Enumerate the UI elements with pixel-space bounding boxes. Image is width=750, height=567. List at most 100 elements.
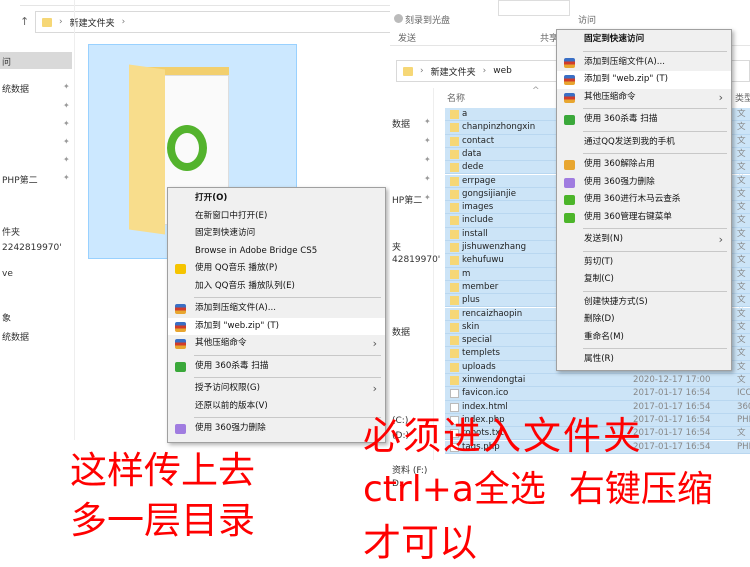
sidebar-item[interactable]: PHP第二 [2,173,38,186]
menu-item[interactable]: 添加到 "web.zip" (T) [557,71,731,89]
menu-item-label: 打开(O) [195,193,228,203]
folder-icon [450,243,459,252]
file-row[interactable]: favicon.ico 2017-01-17 16:54 ICO [445,387,750,401]
file-date: 2017-01-17 16:54 [633,414,711,425]
menu-item[interactable]: 固定到快速访问 [168,225,385,243]
file-name: jishuwenzhang [462,242,527,252]
breadcrumb-item[interactable]: 新建文件夹 [70,16,115,29]
green-icon [564,195,575,205]
rar-icon [175,339,186,349]
pin-icon: ✦ [63,101,70,110]
shield-icon [564,115,575,125]
menu-item[interactable]: 发送到(N) › [557,231,731,249]
menu-item-label: Browse in Adobe Bridge CS5 [195,245,318,256]
menu-item-label: 使用 360强力删除 [195,423,266,433]
file-name: errpage [462,175,496,186]
shield-icon [175,361,186,372]
menu-item-label: 属性(R) [584,354,614,364]
folder-icon [450,229,459,239]
column-header-name[interactable]: 名称 [447,91,465,104]
menu-item[interactable]: 打开(O) [168,190,385,208]
menu-item[interactable]: 在新窗口中打开(E) [168,208,385,226]
menu-item[interactable]: 授予访问权限(G) › [168,380,385,398]
menu-item[interactable]: 其他压缩命令 › [168,335,385,353]
annotation-line: 必须进入文件夹 [363,414,644,458]
menu-item[interactable]: 固定到快速访问 [557,31,731,49]
folder-icon [450,203,459,213]
annotation-line: 才可以 [363,521,478,565]
context-menu: 固定到快速访问 添加到压缩文件(A)... 添加到 "web.zip" (T) 其他压… [556,29,732,371]
menu-item-label: 固定到快速访问 [195,228,256,238]
sidebar-item[interactable]: 2242819970' [2,243,62,253]
menu-separator [583,290,727,292]
sidebar-item[interactable]: 统数据 [2,82,29,95]
menu-item[interactable]: 还原以前的版本(V) [168,398,385,416]
column-header-type[interactable]: 类型 [735,91,750,104]
menu-item[interactable]: 使用 360杀毒 扫描 [168,358,385,376]
menu-item[interactable]: 使用 QQ音乐 播放(P) [168,260,385,278]
menu-item[interactable]: 删除(D) [557,311,731,329]
rar-icon [564,75,575,85]
sidebar-item[interactable]: 统数据 [2,330,29,343]
sidebar-item[interactable]: 象 [2,311,11,324]
menu-item[interactable]: 添加到压缩文件(A)... [557,54,731,72]
menu-item[interactable]: 通过QQ发送到我的手机 [557,134,731,152]
menu-item[interactable]: 使用 360杀毒 扫描 [557,111,731,129]
burn-disc-button[interactable]: 刻录到光盘 [394,13,450,26]
pin-icon: ✦ [424,155,431,164]
sidebar-item[interactable]: HP第二 [392,193,422,206]
file-name: plus [462,295,480,306]
sidebar-item[interactable]: 夹 [392,240,401,253]
folder-icon [450,322,459,332]
file-name: special [462,335,492,346]
menu-item[interactable]: 使用 360进行木马云查杀 [557,191,731,209]
folder-icon [450,163,459,173]
menu-item-label: 创建快捷方式(S) [584,296,648,307]
file-name: gongsijianjie [462,188,517,199]
folder-icon [403,66,413,76]
sidebar-item[interactable]: 数据 [392,117,410,130]
menu-separator [583,348,727,349]
menu-item[interactable]: Browse in Adobe Bridge CS5 [168,243,385,261]
menu-item[interactable]: 其他压缩命令 › [557,89,731,107]
menu-separator [583,228,727,229]
file-name: m [462,268,471,279]
ribbon-group-send: 发送 [398,34,417,44]
sidebar-item[interactable]: ve [2,269,13,279]
file-name: chanpinzhongxin [462,122,536,133]
chevron-right-icon: › [718,90,723,104]
menu-item-label: 使用 QQ音乐 播放(P) [195,263,278,273]
menu-item[interactable]: 剪切(T) [557,254,731,272]
menu-item[interactable]: 使用 360解除占用 [557,156,731,174]
menu-item[interactable]: 添加到压缩文件(A)... [168,300,385,318]
file-name: kehufuwu [462,255,504,266]
menu-item[interactable]: 添加到 "web.zip" (T) [168,317,385,335]
address-bar[interactable]: › 新建文件夹 › [35,11,395,33]
annotation-line: ctrl+a全选 右键压缩 [363,469,713,510]
menu-item[interactable]: 复制(C) [557,271,731,289]
menu-item[interactable]: 使用 360管理右键菜单 [557,209,731,227]
chevron-right-icon: › [372,337,377,350]
file-row[interactable]: xinwendongtai2020-12-17 17:00文件 [445,374,750,398]
breadcrumb-item[interactable]: web [493,66,512,76]
menu-item-label: 其他压缩命令 [195,338,247,348]
menu-item[interactable]: 使用 360强力删除 [168,420,385,438]
sidebar-item[interactable]: 数据 [392,325,410,338]
menu-item[interactable]: 创建快捷方式(S) [557,294,731,312]
menu-item[interactable]: 重命名(M) [557,329,731,347]
file-type: PHP [737,414,750,425]
folder-icon [450,110,459,119]
menu-item[interactable]: 加入 QQ音乐 播放队列(E) [168,278,385,296]
menu-item-label: 通过QQ发送到我的手机 [584,136,675,147]
sidebar-item[interactable]: 问 [2,55,11,68]
left-explorer: ↑ › 新建文件夹 › 问统数据 ✦ ✦ ✦ ✦ ✦ PHP第二 ✦ 件夹 2242819970' v… [0,0,395,443]
file-name: contact [462,135,495,146]
sidebar-item[interactable]: 42819970' [392,255,440,265]
sidebar-item[interactable]: 件夹 [2,225,20,238]
menu-item-label: 还原以前的版本(V) [195,400,268,411]
menu-item[interactable]: 属性(R) [557,351,731,369]
folder-icon [450,309,459,319]
breadcrumb-item[interactable]: 新建文件夹 [431,65,476,78]
menu-item[interactable]: 使用 360强力删除 [557,174,731,192]
orange-icon [564,160,575,170]
